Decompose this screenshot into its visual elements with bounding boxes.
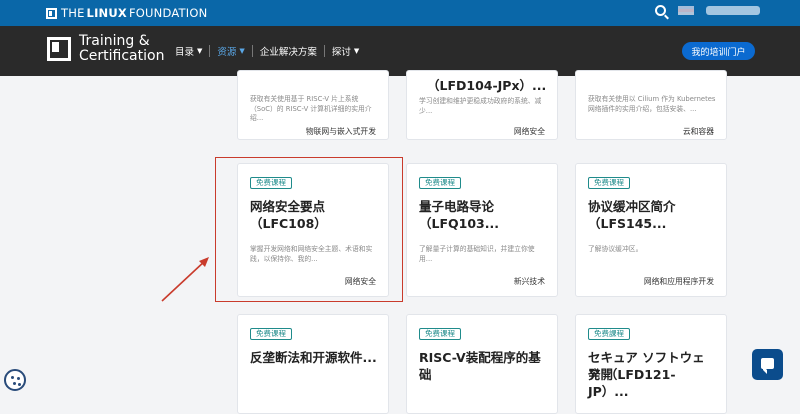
nav-item-enterprise[interactable]: 企业解决方案 — [253, 44, 324, 58]
course-card[interactable]: （LFD104-JPx）... 学习创建和维护更稳成功政府的系统、减少... 网… — [406, 70, 558, 140]
chevron-down-icon: ▼ — [239, 47, 245, 55]
nav-item-explore[interactable]: 探讨 ▼ — [325, 44, 366, 58]
linux-foundation-logo-icon — [46, 7, 57, 19]
free-course-badge: 免费课程 — [588, 177, 630, 189]
course-card[interactable]: 免费课程 量子电路导论（LFQ103... 了解量子计算的基础知识，并建立你使用… — [406, 163, 558, 297]
course-category: 网络安全 — [513, 127, 545, 136]
course-description: 获取有关使用以 Cilium 作为 Kubernetes 网络插件的实用介绍，包… — [588, 95, 716, 113]
brand-line-2: Certification — [79, 48, 165, 64]
nav-item-resources[interactable]: 资源 ▼ — [210, 44, 251, 58]
course-card[interactable]: 免费课程 协议缓冲区简介 （LFS145... 了解协议缓冲区。 网络和应用程序… — [575, 163, 727, 297]
my-training-portal-button[interactable]: 我的培训门户 — [682, 42, 755, 60]
course-title-line-1: 反垄断法和开源软件... — [250, 350, 377, 365]
course-title-line-2: （LFS145... — [588, 216, 667, 231]
free-course-badge: 免费課程 — [588, 328, 630, 340]
course-title-line-1: 量子电路导论（LFQ103... — [419, 199, 499, 231]
free-course-badge: 免费课程 — [250, 328, 292, 340]
nav-item-catalog[interactable]: 目录 ▼ — [168, 44, 209, 58]
chevron-down-icon: ▼ — [197, 47, 203, 55]
linux-foundation-topbar: THE LINUX FOUNDATION — [0, 0, 800, 26]
course-description: 学习创建和维护更稳成功政府的系统、减少... — [419, 97, 542, 115]
nav-menu: 目录 ▼ 资源 ▼ 企业解决方案 探讨 ▼ — [168, 44, 366, 58]
course-card[interactable]: 免费课程 反垄断法和开源软件... — [237, 314, 389, 414]
account-link[interactable] — [706, 6, 760, 15]
chat-bubble-icon — [761, 358, 774, 369]
course-card[interactable]: 获取有关使用基于 RISC-V 片上系统（SoC）的 RISC-V 计算机详细的… — [237, 70, 389, 140]
course-description: 了解量子计算的基础知识，并建立你使用... — [419, 245, 535, 263]
language-flag-icon[interactable] — [678, 6, 694, 15]
chevron-down-icon: ▼ — [353, 47, 360, 55]
course-card[interactable]: 获取有关使用以 Cilium 作为 Kubernetes 网络插件的实用介绍，包… — [575, 70, 727, 140]
highlight-box — [215, 157, 403, 302]
free-course-badge: 免费课程 — [419, 177, 461, 189]
course-title-line-1: 协议缓冲区简介 — [588, 199, 676, 214]
course-title: （LFD104-JPx）... — [427, 78, 547, 93]
linux-foundation-logo[interactable]: THE LINUX FOUNDATION — [46, 6, 207, 20]
course-title-line-1: RISC-V装配程序的基础 — [419, 350, 541, 382]
cookie-settings-icon[interactable] — [4, 369, 26, 391]
free-course-badge: 免费课程 — [419, 328, 461, 340]
training-logo-icon — [47, 37, 71, 61]
course-category: 云和容器 — [682, 127, 714, 136]
course-category: 网络和应用程序开发 — [643, 277, 714, 286]
chat-button[interactable] — [752, 349, 783, 380]
brand-line-1: Training & — [79, 33, 150, 49]
course-card[interactable]: 免费课程 RISC-V装配程序的基础 — [406, 314, 558, 414]
course-description: 获取有关使用基于 RISC-V 片上系统（SoC）的 RISC-V 计算机详细的… — [250, 95, 372, 122]
main-navbar: Training & Certification 目录 ▼ 资源 ▼ 企业解决方案 … — [0, 26, 800, 76]
topbar-right — [655, 5, 760, 16]
course-card[interactable]: 免费課程 セキュア ソフトウェア開 発 （LFD121-JP）... — [575, 314, 727, 414]
course-category: 新兴技术 — [513, 277, 545, 286]
annotation-arrow-icon — [161, 257, 209, 302]
course-description: 了解协议缓冲区。 — [588, 245, 643, 253]
course-category: 物联网与嵌入式开发 — [305, 127, 376, 136]
course-title-line-2: 発 （LFD121-JP）... — [588, 367, 676, 399]
training-certification-logo[interactable]: Training & Certification — [47, 34, 164, 64]
search-icon[interactable] — [655, 5, 666, 16]
